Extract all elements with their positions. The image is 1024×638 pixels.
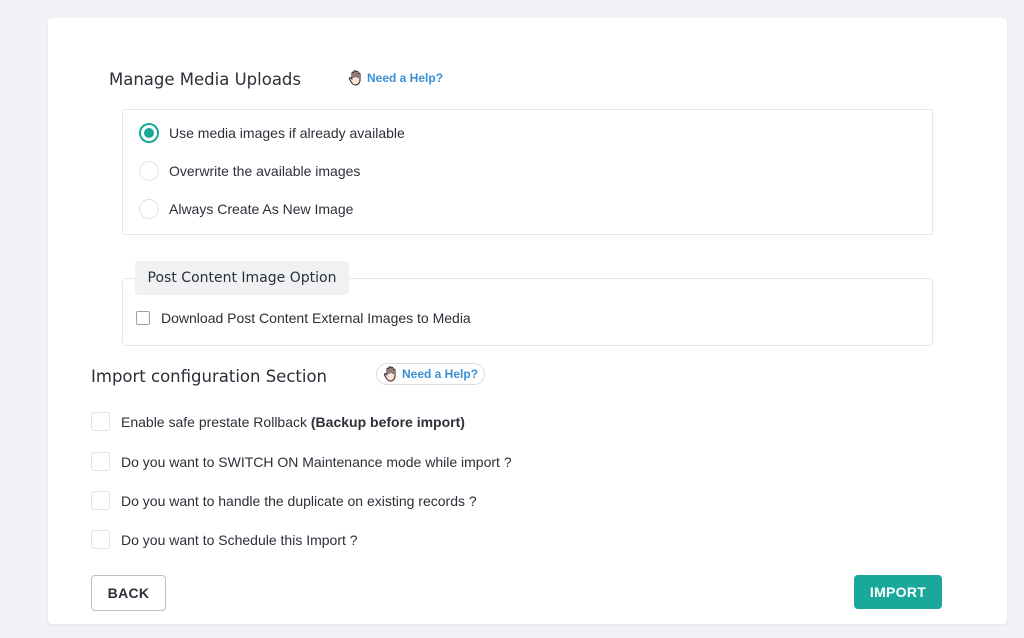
radio-button-checked[interactable]: [139, 123, 159, 143]
checkbox-label: Download Post Content External Images to…: [161, 310, 471, 326]
help-label: Need a Help?: [367, 71, 444, 85]
back-button[interactable]: BACK: [91, 575, 166, 611]
checkbox-label: Do you want to SWITCH ON Maintenance mod…: [121, 453, 512, 470]
import-config-help-link[interactable]: Need a Help?: [376, 363, 486, 385]
radio-overwrite[interactable]: Overwrite the available images: [139, 161, 360, 181]
checkbox-label: Enable safe prestate Rollback (Backup be…: [121, 413, 465, 430]
download-external-images-checkbox[interactable]: [136, 311, 150, 325]
radio-label: Always Create As New Image: [169, 201, 354, 217]
radio-button[interactable]: [139, 161, 159, 181]
rollback-option[interactable]: Enable safe prestate Rollback (Backup be…: [91, 412, 465, 431]
handle-duplicate-checkbox[interactable]: [91, 491, 110, 510]
manage-media-title: Manage Media Uploads: [109, 70, 301, 89]
checkbox-label: Do you want to handle the duplicate on e…: [121, 492, 477, 509]
maintenance-mode-checkbox[interactable]: [91, 452, 110, 471]
radio-create-new[interactable]: Always Create As New Image: [139, 199, 353, 219]
radio-label: Overwrite the available images: [169, 163, 361, 179]
import-settings-card: Manage Media Uploads Need a Help? Use me…: [48, 18, 1007, 624]
manage-media-help-link[interactable]: Need a Help?: [348, 70, 443, 86]
post-content-legend: Post Content Image Option: [135, 261, 349, 295]
schedule-import-checkbox[interactable]: [91, 530, 110, 549]
maintenance-mode-option[interactable]: Do you want to SWITCH ON Maintenance mod…: [91, 452, 512, 471]
radio-use-existing[interactable]: Use media images if already available: [139, 123, 405, 143]
help-label: Need a Help?: [402, 367, 479, 381]
import-config-title: Import configuration Section: [91, 367, 328, 386]
hand-icon: [348, 70, 363, 86]
radio-button[interactable]: [139, 199, 159, 219]
media-options-box: Use media images if already available Ov…: [122, 109, 933, 235]
rollback-checkbox[interactable]: [91, 412, 110, 431]
download-external-images-option[interactable]: Download Post Content External Images to…: [136, 310, 471, 326]
radio-label: Use media images if already available: [169, 125, 405, 141]
import-button[interactable]: IMPORT: [854, 575, 942, 609]
checkbox-label: Do you want to Schedule this Import ?: [121, 531, 358, 548]
handle-duplicate-option[interactable]: Do you want to handle the duplicate on e…: [91, 491, 477, 510]
hand-icon: [383, 366, 398, 382]
schedule-import-option[interactable]: Do you want to Schedule this Import ?: [91, 530, 358, 549]
